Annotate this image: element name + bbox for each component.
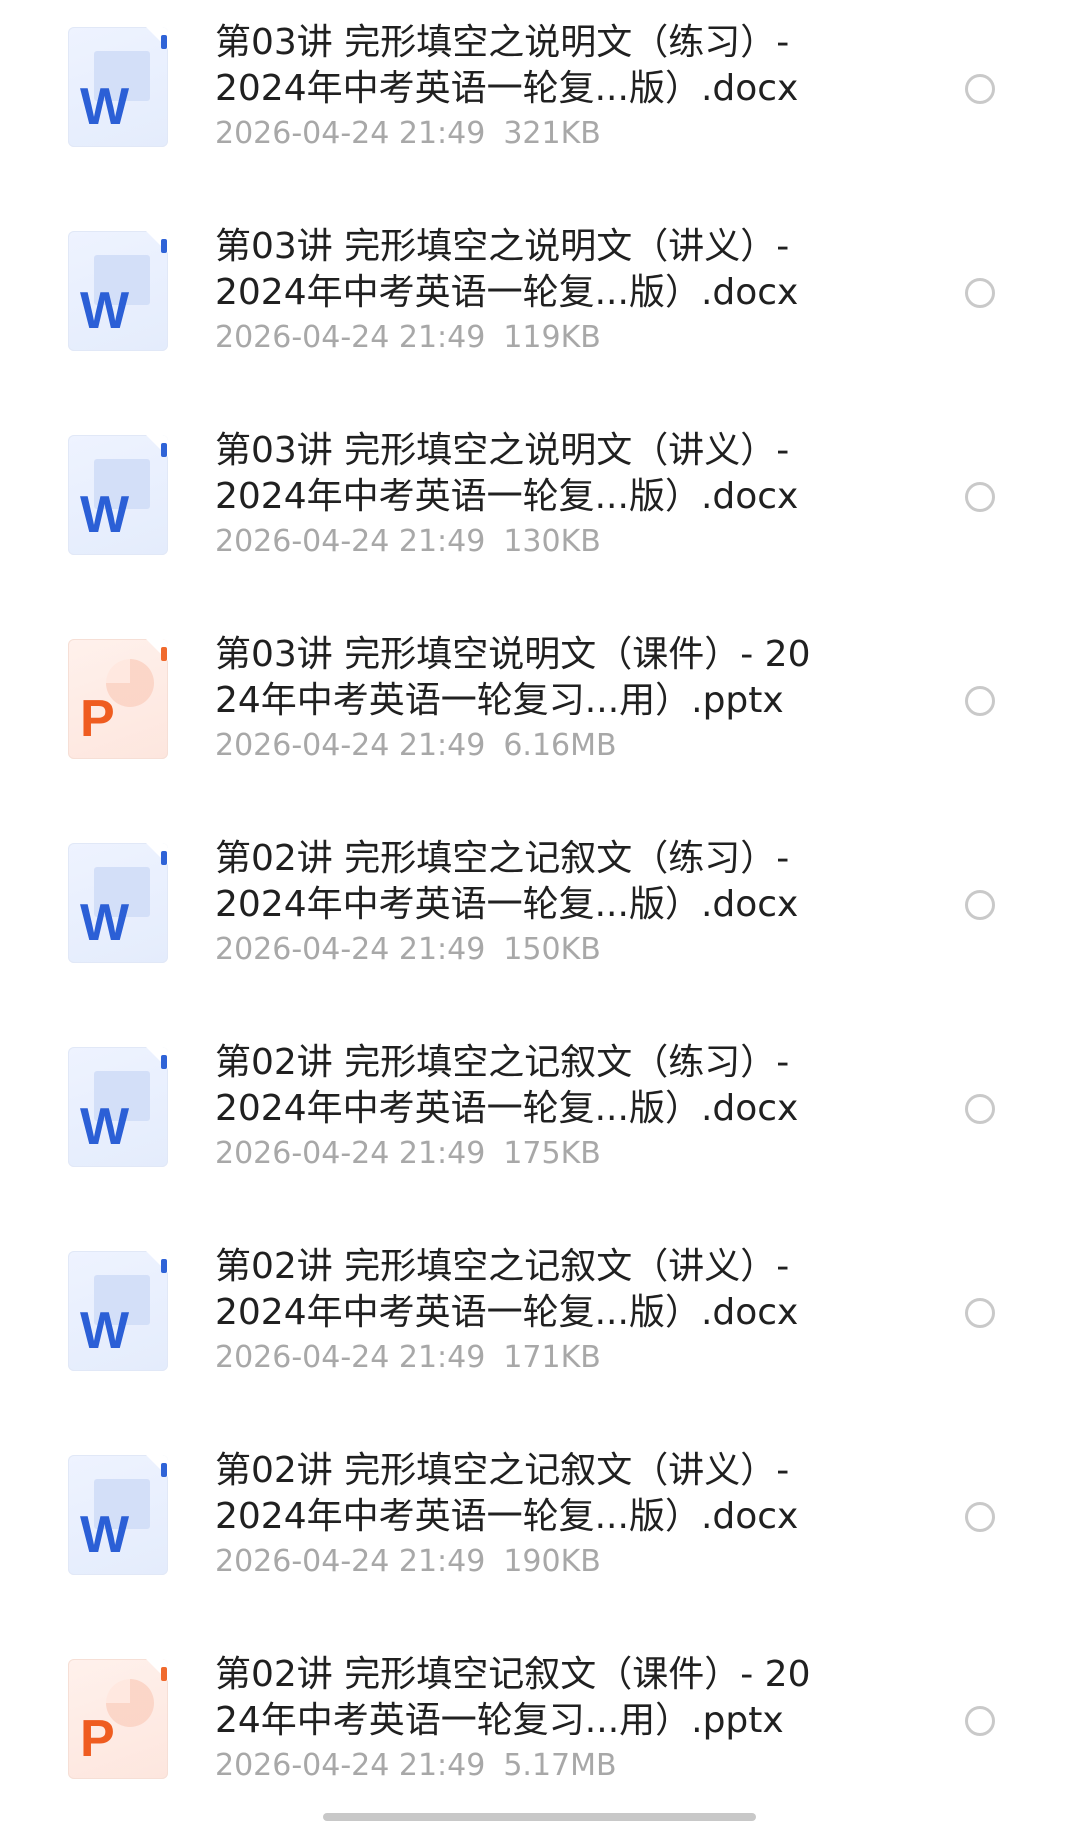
file-meta: 2026-04-24 21:49 175KB (215, 1134, 855, 1174)
file-name: 第02讲 完形填空记叙文（课件）- 20 24年中考英语一轮复习...用）.pp… (215, 1654, 811, 1741)
powerpoint-document-icon: P (68, 1659, 168, 1779)
word-document-icon: W (68, 1047, 168, 1167)
file-size: 5.17MB (503, 1748, 617, 1783)
file-info: 第02讲 完形填空之记叙文（练习）- 2024年中考英语一轮复...版）.doc… (215, 836, 855, 970)
file-size: 171KB (503, 1340, 601, 1375)
word-document-icon: W (68, 231, 168, 351)
select-radio-button[interactable] (965, 686, 995, 716)
file-type-glyph: W (80, 1506, 130, 1564)
word-document-icon: W (68, 435, 168, 555)
file-info: 第03讲 完形填空之说明文（讲义）- 2024年中考英语一轮复...版）.doc… (215, 224, 855, 358)
corner-tab (161, 647, 167, 661)
file-type-glyph: W (80, 282, 130, 340)
file-type-glyph: W (80, 1098, 130, 1156)
powerpoint-document-icon: P (68, 639, 168, 759)
select-radio-button[interactable] (965, 1502, 995, 1532)
file-name: 第03讲 完形填空之说明文（讲义）- 2024年中考英语一轮复...版）.doc… (215, 226, 799, 313)
file-name: 第02讲 完形填空之记叙文（讲义）- 2024年中考英语一轮复...版）.doc… (215, 1450, 799, 1537)
file-size: 130KB (503, 524, 601, 559)
file-modified-date: 2026-04-24 21:49 (215, 932, 486, 967)
file-row[interactable]: W 第03讲 完形填空之说明文（讲义）- 2024年中考英语一轮复...版）.do… (0, 408, 1080, 612)
word-document-icon: W (68, 843, 168, 963)
word-document-icon: W (68, 1251, 168, 1371)
file-row[interactable]: W 第03讲 完形填空之说明文（讲义）- 2024年中考英语一轮复...版）.do… (0, 204, 1080, 408)
file-modified-date: 2026-04-24 21:49 (215, 1544, 486, 1579)
word-document-icon: W (68, 1455, 168, 1575)
file-row[interactable]: W 第03讲 完形填空之说明文（练习）- 2024年中考英语一轮复...版）.do… (0, 0, 1080, 204)
corner-tab (161, 851, 167, 865)
file-info: 第02讲 完形填空之记叙文（练习）- 2024年中考英语一轮复...版）.doc… (215, 1040, 855, 1174)
file-type-glyph: W (80, 486, 130, 544)
corner-tab (161, 1055, 167, 1069)
file-type-glyph: P (80, 1710, 115, 1768)
file-size: 321KB (503, 116, 601, 151)
select-radio-button[interactable] (965, 890, 995, 920)
corner-tab (161, 239, 167, 253)
corner-tab (161, 1463, 167, 1477)
file-row[interactable]: W 第02讲 完形填空之记叙文（讲义）- 2024年中考英语一轮复...版）.do… (0, 1428, 1080, 1632)
file-name: 第02讲 完形填空之记叙文（练习）- 2024年中考英语一轮复...版）.doc… (215, 838, 799, 925)
file-type-glyph: P (80, 690, 115, 748)
file-info: 第02讲 完形填空记叙文（课件）- 20 24年中考英语一轮复习...用）.pp… (215, 1652, 855, 1786)
file-type-glyph: W (80, 78, 130, 136)
file-modified-date: 2026-04-24 21:49 (215, 320, 486, 355)
file-modified-date: 2026-04-24 21:49 (215, 116, 486, 151)
file-modified-date: 2026-04-24 21:49 (215, 1748, 486, 1783)
file-meta: 2026-04-24 21:49 150KB (215, 930, 855, 970)
select-radio-button[interactable] (965, 1094, 995, 1124)
file-meta: 2026-04-24 21:49 190KB (215, 1542, 855, 1582)
file-size: 175KB (503, 1136, 601, 1171)
file-meta: 2026-04-24 21:49 321KB (215, 114, 855, 154)
file-meta: 2026-04-24 21:49 171KB (215, 1338, 855, 1378)
file-name: 第02讲 完形填空之记叙文（讲义）- 2024年中考英语一轮复...版）.doc… (215, 1246, 799, 1333)
select-radio-button[interactable] (965, 1706, 995, 1736)
file-name: 第03讲 完形填空之说明文（练习）- 2024年中考英语一轮复...版）.doc… (215, 22, 799, 109)
corner-tab (161, 443, 167, 457)
corner-tab (161, 35, 167, 49)
file-size: 150KB (503, 932, 601, 967)
select-radio-button[interactable] (965, 482, 995, 512)
corner-tab (161, 1259, 167, 1273)
file-info: 第03讲 完形填空说明文（课件）- 20 24年中考英语一轮复习...用）.pp… (215, 632, 855, 766)
file-name: 第02讲 完形填空之记叙文（练习）- 2024年中考英语一轮复...版）.doc… (215, 1042, 799, 1129)
file-size: 6.16MB (503, 728, 617, 763)
file-meta: 2026-04-24 21:49 6.16MB (215, 726, 855, 766)
file-size: 119KB (503, 320, 601, 355)
file-name: 第03讲 完形填空说明文（课件）- 20 24年中考英语一轮复习...用）.pp… (215, 634, 811, 721)
file-info: 第02讲 完形填空之记叙文（讲义）- 2024年中考英语一轮复...版）.doc… (215, 1244, 855, 1378)
file-type-glyph: W (80, 894, 130, 952)
file-type-glyph: W (80, 1302, 130, 1360)
file-row[interactable]: W 第02讲 完形填空之记叙文（练习）- 2024年中考英语一轮复...版）.do… (0, 816, 1080, 1020)
file-row[interactable]: W 第02讲 完形填空之记叙文（讲义）- 2024年中考英语一轮复...版）.do… (0, 1224, 1080, 1428)
corner-tab (161, 1667, 167, 1681)
file-modified-date: 2026-04-24 21:49 (215, 524, 486, 559)
select-radio-button[interactable] (965, 278, 995, 308)
file-meta: 2026-04-24 21:49 130KB (215, 522, 855, 562)
file-modified-date: 2026-04-24 21:49 (215, 728, 486, 763)
file-row[interactable]: P 第03讲 完形填空说明文（课件）- 20 24年中考英语一轮复习...用）.p… (0, 612, 1080, 816)
file-row[interactable]: P 第02讲 完形填空记叙文（课件）- 20 24年中考英语一轮复习...用）.p… (0, 1632, 1080, 1836)
file-name: 第03讲 完形填空之说明文（讲义）- 2024年中考英语一轮复...版）.doc… (215, 430, 799, 517)
file-info: 第03讲 完形填空之说明文（讲义）- 2024年中考英语一轮复...版）.doc… (215, 428, 855, 562)
word-document-icon: W (68, 27, 168, 147)
home-indicator[interactable] (323, 1813, 756, 1821)
file-meta: 2026-04-24 21:49 5.17MB (215, 1746, 855, 1786)
select-radio-button[interactable] (965, 1298, 995, 1328)
file-list: W 第03讲 完形填空之说明文（练习）- 2024年中考英语一轮复...版）.do… (0, 0, 1080, 1836)
file-row[interactable]: W 第02讲 完形填空之记叙文（练习）- 2024年中考英语一轮复...版）.do… (0, 1020, 1080, 1224)
file-info: 第03讲 完形填空之说明文（练习）- 2024年中考英语一轮复...版）.doc… (215, 20, 855, 154)
file-meta: 2026-04-24 21:49 119KB (215, 318, 855, 358)
select-radio-button[interactable] (965, 74, 995, 104)
file-size: 190KB (503, 1544, 601, 1579)
file-info: 第02讲 完形填空之记叙文（讲义）- 2024年中考英语一轮复...版）.doc… (215, 1448, 855, 1582)
file-modified-date: 2026-04-24 21:49 (215, 1340, 486, 1375)
file-modified-date: 2026-04-24 21:49 (215, 1136, 486, 1171)
